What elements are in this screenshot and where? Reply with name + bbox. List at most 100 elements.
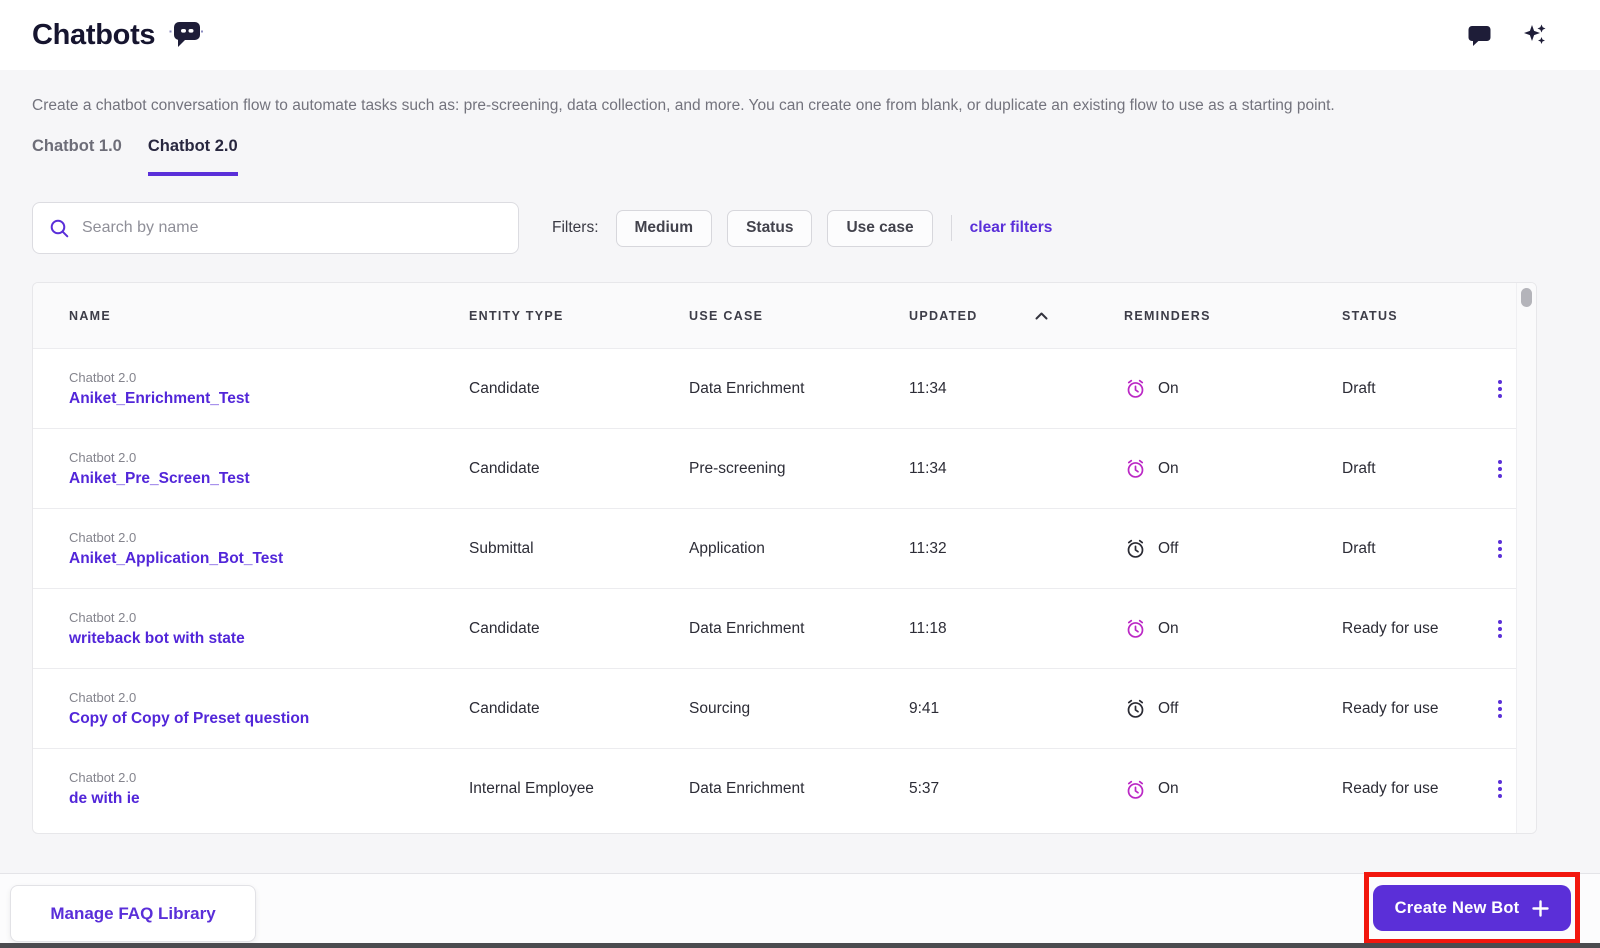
table-scrollbar (1516, 283, 1536, 833)
reminders-value: Off (1158, 700, 1178, 718)
filters-label: Filters: (552, 219, 599, 237)
bot-name-link[interactable]: Aniket_Enrichment_Test (69, 390, 250, 407)
reminders-cell: On (1124, 457, 1342, 480)
updated-cell: 9:41 (909, 700, 1124, 718)
tab-chatbot-1[interactable]: Chatbot 1.0 (32, 137, 122, 176)
search-input[interactable] (82, 219, 502, 237)
table-row: Chatbot 2.0 de with ie Internal Employee… (33, 749, 1536, 829)
row-menu-button[interactable] (1482, 694, 1518, 724)
name-cell: Chatbot 2.0 writeback bot with state (69, 610, 469, 648)
table-row: Chatbot 2.0 writeback bot with state Can… (33, 589, 1536, 669)
use-case-cell: Application (689, 540, 909, 558)
use-case-cell: Pre-screening (689, 460, 909, 478)
reminders-value: On (1158, 380, 1179, 398)
name-cell: Chatbot 2.0 de with ie (69, 770, 469, 808)
bot-name-link[interactable]: writeback bot with state (69, 630, 245, 647)
bot-name-link[interactable]: Copy of Copy of Preset question (69, 710, 309, 727)
row-menu-button[interactable] (1482, 774, 1518, 804)
row-type-label: Chatbot 2.0 (69, 610, 469, 625)
filter-medium-button[interactable]: Medium (616, 210, 713, 247)
reminders-value: On (1158, 620, 1179, 638)
footer-bar: Manage FAQ Library Create New Bot (0, 873, 1600, 948)
toolbar: Filters: Medium Status Use case clear fi… (32, 202, 1568, 254)
column-header-status: STATUS (1342, 309, 1482, 323)
sort-asc-icon (1034, 311, 1049, 321)
status-cell: Draft (1342, 540, 1482, 558)
reminders-value: On (1158, 780, 1179, 798)
plus-icon (1532, 900, 1549, 917)
column-header-reminders: REMINDERS (1124, 309, 1342, 323)
scrollbar-thumb[interactable] (1521, 288, 1532, 307)
alarm-clock-icon (1124, 778, 1147, 801)
updated-cell: 5:37 (909, 780, 1124, 798)
column-header-name: NAME (69, 309, 469, 323)
updated-cell: 11:32 (909, 540, 1124, 558)
updated-cell: 11:34 (909, 380, 1124, 398)
sparkles-icon[interactable] (1522, 22, 1548, 48)
alarm-clock-icon (1124, 537, 1147, 560)
use-case-cell: Data Enrichment (689, 380, 909, 398)
top-bar: Chatbots (0, 0, 1600, 70)
name-cell: Chatbot 2.0 Aniket_Application_Bot_Test (69, 530, 469, 568)
status-cell: Ready for use (1342, 780, 1482, 798)
reminders-cell: On (1124, 778, 1342, 801)
row-menu-button[interactable] (1482, 454, 1518, 484)
reminders-value: Off (1158, 540, 1178, 558)
row-type-label: Chatbot 2.0 (69, 690, 469, 705)
reminders-value: On (1158, 460, 1179, 478)
filter-status-button[interactable]: Status (727, 210, 812, 247)
table-row: Chatbot 2.0 Aniket_Application_Bot_Test … (33, 509, 1536, 589)
search-icon (49, 218, 70, 239)
use-case-cell: Sourcing (689, 700, 909, 718)
bot-name-link[interactable]: Aniket_Pre_Screen_Test (69, 470, 250, 487)
main-content: Create a chatbot conversation flow to au… (0, 70, 1600, 873)
name-cell: Chatbot 2.0 Copy of Copy of Preset quest… (69, 690, 469, 728)
name-cell: Chatbot 2.0 Aniket_Pre_Screen_Test (69, 450, 469, 488)
reminders-cell: On (1124, 617, 1342, 640)
row-type-label: Chatbot 2.0 (69, 530, 469, 545)
chatbots-table: NAME ENTITY TYPE USE CASE UPDATED REMIND… (32, 282, 1537, 834)
reminders-cell: Off (1124, 697, 1342, 720)
row-type-label: Chatbot 2.0 (69, 450, 469, 465)
column-header-use-case: USE CASE (689, 309, 909, 323)
name-cell: Chatbot 2.0 Aniket_Enrichment_Test (69, 370, 469, 408)
row-menu-button[interactable] (1482, 614, 1518, 644)
tab-chatbot-2[interactable]: Chatbot 2.0 (148, 137, 238, 176)
page-title: Chatbots (32, 19, 155, 52)
table-body: Chatbot 2.0 Aniket_Enrichment_Test Candi… (33, 349, 1536, 829)
entity-type-cell: Internal Employee (469, 780, 689, 798)
status-cell: Ready for use (1342, 620, 1482, 638)
chatbot-icon (169, 19, 205, 51)
tab-bar: Chatbot 1.0 Chatbot 2.0 (32, 137, 1568, 176)
annotation-highlight-box: Create New Bot (1364, 872, 1580, 944)
updated-cell: 11:18 (909, 620, 1124, 638)
use-case-cell: Data Enrichment (689, 620, 909, 638)
entity-type-cell: Candidate (469, 700, 689, 718)
column-header-updated[interactable]: UPDATED (909, 309, 1124, 323)
reminders-cell: Off (1124, 537, 1342, 560)
row-menu-button[interactable] (1482, 374, 1518, 404)
search-box[interactable] (32, 202, 519, 254)
row-type-label: Chatbot 2.0 (69, 370, 469, 385)
alarm-clock-icon (1124, 457, 1147, 480)
alarm-clock-icon (1124, 377, 1147, 400)
use-case-cell: Data Enrichment (689, 780, 909, 798)
create-new-bot-button[interactable]: Create New Bot (1373, 885, 1572, 931)
status-cell: Ready for use (1342, 700, 1482, 718)
status-cell: Draft (1342, 380, 1482, 398)
feedback-chat-icon[interactable] (1467, 24, 1492, 47)
filters-divider (951, 215, 952, 241)
screenshot-bottom-edge (0, 943, 1600, 948)
row-menu-button[interactable] (1482, 534, 1518, 564)
table-row: Chatbot 2.0 Copy of Copy of Preset quest… (33, 669, 1536, 749)
table-header-row: NAME ENTITY TYPE USE CASE UPDATED REMIND… (33, 283, 1536, 349)
bot-name-link[interactable]: de with ie (69, 790, 140, 807)
filters-group: Filters: Medium Status Use case clear fi… (552, 210, 1052, 247)
filter-use-case-button[interactable]: Use case (827, 210, 932, 247)
bot-name-link[interactable]: Aniket_Application_Bot_Test (69, 550, 283, 567)
reminders-cell: On (1124, 377, 1342, 400)
entity-type-cell: Candidate (469, 460, 689, 478)
row-type-label: Chatbot 2.0 (69, 770, 469, 785)
clear-filters-link[interactable]: clear filters (970, 219, 1053, 237)
manage-faq-library-button[interactable]: Manage FAQ Library (10, 885, 256, 942)
